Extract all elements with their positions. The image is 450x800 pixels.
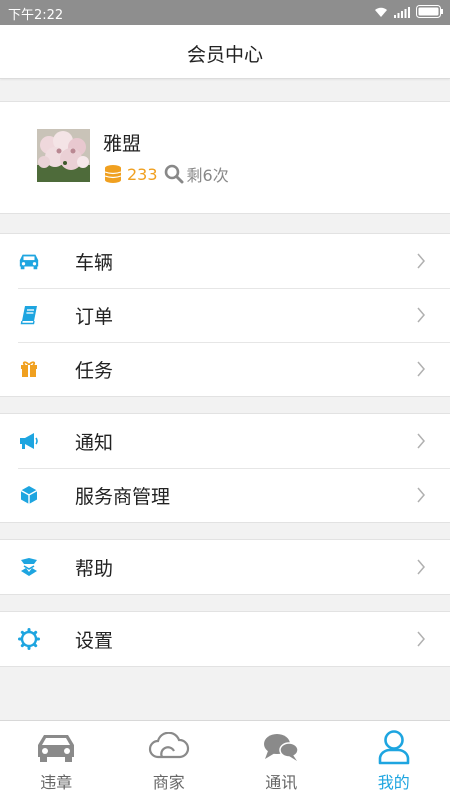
menu-item-vehicle[interactable]: 车辆 bbox=[0, 234, 450, 288]
menu-item-help[interactable]: 帮助 bbox=[0, 540, 450, 594]
search-icon bbox=[164, 164, 184, 184]
battery-icon bbox=[416, 5, 443, 18]
book-icon bbox=[18, 304, 40, 326]
menu-item-label: 车辆 bbox=[75, 252, 114, 274]
profile-meta: 233 剩6次 bbox=[103, 162, 229, 186]
signal-icon bbox=[394, 6, 410, 18]
wifi-icon bbox=[375, 7, 387, 17]
tab-label: 违章 bbox=[40, 773, 73, 792]
tab-label: 商家 bbox=[152, 773, 185, 792]
chevron-right-icon bbox=[417, 361, 425, 377]
help-icon bbox=[18, 556, 40, 578]
menu-item-tasks[interactable]: 任务 bbox=[0, 342, 450, 396]
bottom-tab-bar: 违章 商家 通讯 我的 bbox=[0, 720, 450, 800]
avatar[interactable] bbox=[37, 129, 90, 182]
chevron-right-icon bbox=[417, 487, 425, 503]
tab-violations[interactable]: 违章 bbox=[0, 721, 113, 800]
menu-group-2: 通知 服务商管理 bbox=[0, 413, 450, 523]
chevron-right-icon bbox=[417, 253, 425, 269]
menu-group-1: 车辆 订单 任务 bbox=[0, 233, 450, 397]
status-time: 下午2:22 bbox=[8, 8, 64, 23]
chevron-right-icon bbox=[417, 559, 425, 575]
coins-icon bbox=[104, 165, 122, 183]
cloud-icon bbox=[113, 729, 226, 765]
chevron-right-icon bbox=[417, 307, 425, 323]
menu-item-label: 通知 bbox=[75, 432, 114, 454]
status-bar: 下午2:22 bbox=[0, 0, 450, 25]
tab-label: 我的 bbox=[377, 773, 410, 792]
menu-item-label: 帮助 bbox=[75, 558, 114, 580]
page-title: 会员中心 bbox=[186, 44, 263, 66]
tab-mine[interactable]: 我的 bbox=[338, 721, 450, 800]
car-icon bbox=[18, 250, 40, 272]
status-icons bbox=[374, 5, 444, 18]
menu-item-notifications[interactable]: 通知 bbox=[0, 414, 450, 468]
menu-group-3: 帮助 bbox=[0, 539, 450, 595]
menu-item-label: 服务商管理 bbox=[75, 486, 171, 508]
tab-contacts[interactable]: 通讯 bbox=[225, 721, 338, 800]
menu-item-label: 订单 bbox=[75, 306, 114, 328]
menu-item-label: 设置 bbox=[75, 630, 114, 652]
tab-label: 通讯 bbox=[265, 773, 298, 792]
car-icon bbox=[0, 729, 113, 765]
chevron-right-icon bbox=[417, 631, 425, 647]
menu-item-label: 任务 bbox=[75, 360, 114, 382]
gift-icon bbox=[18, 358, 40, 380]
profile-card[interactable]: 雅盟 233 剩6次 bbox=[0, 101, 450, 214]
gear-icon bbox=[18, 628, 40, 650]
menu-item-settings[interactable]: 设置 bbox=[0, 612, 450, 666]
cube-icon bbox=[18, 484, 40, 506]
app-header: 会员中心 bbox=[0, 25, 450, 79]
chat-icon bbox=[225, 729, 338, 765]
user-icon bbox=[338, 729, 450, 765]
chevron-right-icon bbox=[417, 433, 425, 449]
megaphone-icon bbox=[18, 430, 40, 452]
user-name: 雅盟 bbox=[103, 133, 142, 155]
remaining-count: 剩6次 bbox=[186, 166, 229, 185]
menu-item-orders[interactable]: 订单 bbox=[0, 288, 450, 342]
menu-group-4: 设置 bbox=[0, 611, 450, 667]
menu-item-service-provider[interactable]: 服务商管理 bbox=[0, 468, 450, 522]
tab-merchants[interactable]: 商家 bbox=[113, 721, 226, 800]
coin-count: 233 bbox=[127, 164, 158, 184]
